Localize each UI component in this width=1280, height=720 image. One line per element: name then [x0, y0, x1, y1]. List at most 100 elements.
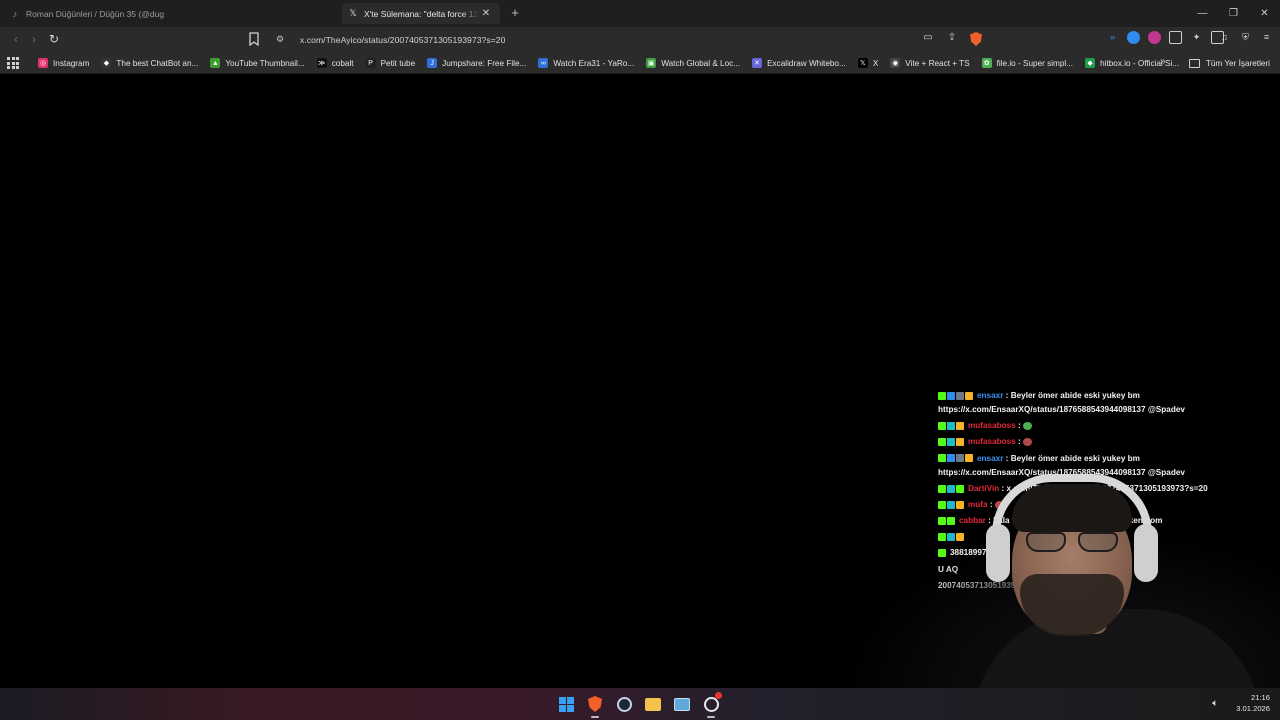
all-bookmarks-label: Tüm Yer İşaretleri — [1205, 58, 1270, 68]
system-tray: 🔈︎ 21:16 3.01.2026 — [1212, 692, 1270, 714]
chat-username[interactable]: mufasaboss — [968, 421, 1016, 430]
extension-icon[interactable] — [1127, 31, 1140, 44]
bookmark-item[interactable]: ≫ cobalt — [316, 58, 354, 68]
more-bookmarks-icon[interactable]: » — [1160, 56, 1166, 67]
badge-icon — [947, 500, 955, 509]
bookmark-icon[interactable] — [248, 32, 260, 46]
back-icon[interactable]: ‹ — [8, 31, 24, 47]
extension-icon[interactable] — [1148, 31, 1161, 44]
bookmark-item[interactable]: 𝕏X — [857, 58, 879, 68]
share-icon[interactable]: ⇪ — [946, 32, 958, 46]
bookmark-favicon-icon: J — [427, 58, 438, 68]
bookmark-item[interactable]: ∞ Watch Era31 - YaRo... — [538, 58, 634, 68]
bookmark-item[interactable]: ◆ The best ChatBot an... — [101, 58, 198, 68]
url-text[interactable]: x.com/TheAyico/status/200740537130519397… — [300, 35, 505, 45]
chat-username[interactable]: cabbar — [959, 516, 986, 525]
tab-roman-dugunleri[interactable]: ♪ Roman Düğünleri / Düğün 35 (@dug — [4, 3, 334, 24]
start-button-icon[interactable] — [558, 695, 574, 713]
bookmark-item[interactable]: ◉ Vite + React + TS — [890, 58, 970, 68]
chat-badges — [938, 514, 956, 528]
badge-icon — [956, 454, 964, 463]
taskbar: 🔈︎ 21:16 3.01.2026 — [0, 688, 1280, 720]
volume-icon[interactable]: 🔈︎ — [1212, 698, 1218, 709]
emote-icon — [1023, 438, 1033, 447]
badge-icon — [956, 422, 964, 430]
chat-message: ensaxr : Beyler ömer abide eski yukey bm… — [938, 389, 1280, 417]
cast-icon[interactable]: ▭ — [922, 32, 934, 46]
chat-message: U AQ — [938, 563, 1280, 577]
bookmark-favicon-icon: ◎ — [38, 58, 48, 68]
minimize-icon[interactable]: — — [1187, 0, 1218, 27]
music-icon[interactable]: ♫ — [1218, 31, 1231, 44]
brave-browser-icon[interactable] — [587, 695, 603, 718]
badge-icon — [956, 484, 964, 493]
bookmark-item[interactable]: ✕ Excalidraw Whitebo... — [752, 58, 846, 68]
forward-icon[interactable]: › — [26, 31, 42, 47]
address-bar[interactable]: ⚙ x.com/TheAyico/status/2007405371305193… — [270, 30, 990, 49]
chat-badges — [938, 435, 965, 449]
chat-message: mufasaboss : — [938, 435, 1280, 449]
chat-badges — [938, 546, 947, 560]
badge-icon — [938, 533, 946, 542]
obs-icon[interactable] — [703, 692, 722, 718]
bookmark-favicon-icon: ✿ — [981, 58, 992, 68]
extension-icon[interactable]: » — [1106, 31, 1119, 44]
bookmark-item[interactable]: P Petit tube — [365, 58, 415, 68]
bookmark-label: Excalidraw Whitebo... — [767, 58, 846, 68]
menu-icon[interactable]: ≡ — [1260, 31, 1273, 44]
bookmark-label: YouTube Thumbnail... — [225, 58, 305, 68]
chat-badges — [938, 419, 965, 433]
badge-icon — [938, 438, 946, 447]
restore-icon[interactable]: ❐ — [1218, 0, 1249, 27]
emote-icon — [994, 500, 1004, 509]
apps-grid-icon[interactable] — [7, 57, 19, 69]
window-controls: — ❐ ✕ — [1187, 0, 1280, 27]
bookmark-favicon-icon: ✕ — [752, 58, 763, 68]
bookmark-label: X — [872, 58, 879, 68]
site-info-icon[interactable]: ⚙ — [276, 34, 288, 45]
bookmark-item[interactable]: J Jumpshare: Free File... — [427, 58, 526, 68]
bookmark-label: Watch Global & Loc... — [661, 58, 741, 68]
puzzle-icon[interactable]: ✦ — [1190, 31, 1203, 44]
clock[interactable]: 21:16 3.01.2026 — [1236, 692, 1270, 714]
bookmark-item[interactable]: ▲ YouTube Thumbnail... — [210, 58, 305, 68]
bookmark-label: file.io - Super simpl... — [996, 58, 1074, 68]
chat-message: ensaxr : Beyler ömer abide eski yukey bm… — [938, 452, 1280, 480]
chat-message: mufasaboss : — [938, 419, 1280, 433]
chat-username[interactable]: ensaxr — [977, 454, 1003, 463]
chat-message: 2007405371305193973?s=20 — [938, 579, 1280, 593]
chat-badges — [938, 389, 974, 403]
chat-text: U AQ — [938, 564, 959, 574]
tab-x-post[interactable]: 𝕏 X'te Sülemana: "delta force 12 d ✕ — [342, 3, 500, 24]
vpn-shield-icon[interactable]: ⛨ — [1239, 31, 1252, 44]
folder-icon — [1188, 58, 1200, 68]
chat-username[interactable]: ensaxr — [977, 391, 1003, 400]
extension-icon[interactable] — [1169, 31, 1182, 44]
bookmark-favicon-icon: P — [365, 58, 376, 68]
bookmark-favicon-icon: 𝕏 — [857, 58, 868, 68]
badge-icon — [938, 422, 946, 430]
bookmark-item[interactable]: ✿ file.io - Super simpl... — [981, 58, 1074, 68]
reload-icon[interactable]: ↻ — [46, 31, 62, 47]
file-explorer-icon[interactable] — [645, 695, 661, 713]
chat-message — [938, 530, 1280, 544]
bookmark-item[interactable]: ◎ Instagram — [38, 58, 89, 68]
badge-icon — [956, 533, 964, 542]
brave-shields-icon[interactable] — [970, 32, 982, 46]
chat-text: Beyler ömer abide eski yukey bm https://… — [938, 391, 1185, 415]
badge-icon — [938, 454, 946, 463]
chat-username[interactable]: mufa — [968, 500, 988, 509]
steam-icon[interactable] — [616, 695, 632, 713]
tab-title: Roman Düğünleri / Düğün 35 (@dug — [26, 8, 165, 19]
monitor-app-icon[interactable] — [674, 695, 690, 713]
page-content: ensaxr : Beyler ömer abide eski yukey bm… — [0, 75, 1280, 688]
chat-username[interactable]: mufasaboss — [968, 438, 1016, 447]
close-tab-icon[interactable]: ✕ — [479, 8, 493, 19]
bookmark-label: Jumpshare: Free File... — [442, 58, 527, 68]
all-bookmarks-folder[interactable]: Tüm Yer İşaretleri — [1188, 52, 1270, 74]
close-window-icon[interactable]: ✕ — [1249, 0, 1280, 27]
chat-username[interactable]: DartiVin — [968, 484, 999, 493]
new-tab-icon[interactable]: + — [508, 5, 522, 21]
bookmark-favicon-icon: ◉ — [890, 58, 901, 68]
bookmark-item[interactable]: ▣ Watch Global & Loc... — [646, 58, 740, 68]
